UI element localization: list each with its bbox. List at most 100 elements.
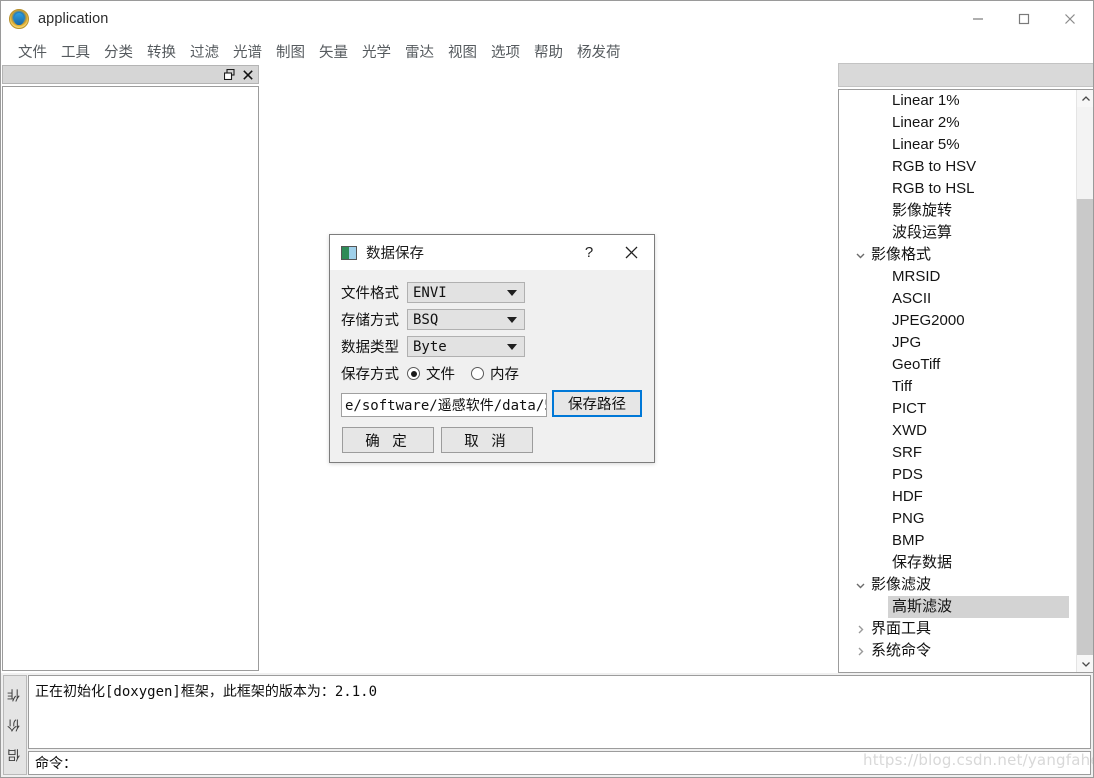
- tree-item-24[interactable]: 界面工具: [839, 618, 1069, 640]
- tree-item-18[interactable]: HDF: [839, 486, 1069, 508]
- function-tree-list: Linear 1% Linear 2% Linear 5% RGB to HSV RGB…: [839, 90, 1069, 672]
- tree-item-label: Linear 2%: [892, 113, 960, 131]
- browse-save-path-button[interactable]: 保存路径: [552, 390, 642, 417]
- tree-item-22[interactable]: 影像滤波: [839, 574, 1069, 596]
- tree-item-2[interactable]: Linear 5%: [839, 134, 1069, 156]
- chevron-down-icon[interactable]: [852, 247, 868, 263]
- tree-item-label: Linear 5%: [892, 135, 960, 153]
- menu-item-radar[interactable]: 雷达: [398, 39, 441, 64]
- storage-order-label: 存储方式: [341, 313, 399, 329]
- save-path-input[interactable]: e/software/遥感软件/data/5: [341, 393, 547, 417]
- console-tab-0[interactable]: 作: [6, 688, 25, 702]
- tree-item-20[interactable]: BMP: [839, 530, 1069, 552]
- tree-item-11[interactable]: JPG: [839, 332, 1069, 354]
- save-path-value: e/software/遥感软件/data/5: [345, 398, 547, 414]
- console-prompt-label: 命令：: [35, 756, 77, 772]
- tree-item-label: 系统命令: [871, 641, 932, 659]
- tree-item-label: XWD: [892, 421, 927, 439]
- field-file-format: 文件格式 ENVI: [341, 282, 525, 303]
- chevron-down-icon: [507, 289, 517, 296]
- tree-item-19[interactable]: PNG: [839, 508, 1069, 530]
- chevron-up-icon[interactable]: [1077, 90, 1093, 107]
- close-button[interactable]: [1047, 1, 1093, 37]
- right-dock-header: [838, 63, 1093, 87]
- radio-save-to-file[interactable]: [407, 367, 420, 380]
- menu-item-options[interactable]: 选项: [484, 39, 527, 64]
- tree-item-label: PDS: [892, 465, 923, 483]
- menu-item-spectrum[interactable]: 光谱: [226, 39, 269, 64]
- tree-item-8[interactable]: MRSID: [839, 266, 1069, 288]
- maximize-button[interactable]: [1001, 1, 1047, 37]
- float-window-icon[interactable]: [222, 67, 237, 82]
- tree-item-14[interactable]: PICT: [839, 398, 1069, 420]
- menu-item-file[interactable]: 文件: [11, 39, 54, 64]
- console-tab-1[interactable]: 价: [6, 718, 25, 732]
- tree-item-label: 波段运算: [892, 223, 953, 241]
- minimize-button[interactable]: [955, 1, 1001, 37]
- tree-item-12[interactable]: GeoTiff: [839, 354, 1069, 376]
- tree-item-label: MRSID: [892, 267, 941, 285]
- scroll-thumb[interactable]: [1077, 199, 1093, 655]
- chevron-down-icon: [507, 316, 517, 323]
- tree-item-6[interactable]: 波段运算: [839, 222, 1069, 244]
- window-controls: [955, 1, 1093, 37]
- dialog-help-button[interactable]: ?: [576, 235, 602, 270]
- save-mode-label: 保存方式: [341, 367, 399, 383]
- console-panel: 作 价 侣 正在初始化[doxygen]框架，此框架的版本为：2.1.0 命令：: [1, 673, 1093, 777]
- function-tree[interactable]: Linear 1% Linear 2% Linear 5% RGB to HSV RGB…: [838, 89, 1093, 673]
- cancel-button[interactable]: 取 消: [441, 427, 533, 453]
- menu-item-help[interactable]: 帮助: [527, 39, 570, 64]
- close-icon[interactable]: [240, 67, 255, 82]
- tree-item-25[interactable]: 系统命令: [839, 640, 1069, 662]
- console-output: 正在初始化[doxygen]框架，此框架的版本为：2.1.0: [28, 675, 1091, 749]
- data-type-select[interactable]: Byte: [407, 336, 525, 357]
- tree-item-23[interactable]: 高斯滤波: [839, 596, 1069, 618]
- scroll-track-upper[interactable]: [1077, 107, 1093, 199]
- tree-item-3[interactable]: RGB to HSV: [839, 156, 1069, 178]
- tree-item-0[interactable]: Linear 1%: [839, 90, 1069, 112]
- tree-item-16[interactable]: SRF: [839, 442, 1069, 464]
- tree-item-9[interactable]: ASCII: [839, 288, 1069, 310]
- tree-item-10[interactable]: JPEG2000: [839, 310, 1069, 332]
- dialog-body: 文件格式 ENVI 存储方式 BSQ 数据类型 Byte 保存方式 文件 内存 …: [330, 270, 654, 462]
- menu-item-optics[interactable]: 光学: [355, 39, 398, 64]
- menu-item-vector[interactable]: 矢量: [312, 39, 355, 64]
- menu-item-convert[interactable]: 转换: [140, 39, 183, 64]
- chevron-down-icon[interactable]: [1077, 655, 1093, 672]
- tree-item-4[interactable]: RGB to HSL: [839, 178, 1069, 200]
- radio-save-to-file-label: 文件: [426, 367, 455, 383]
- tree-item-5[interactable]: 影像旋转: [839, 200, 1069, 222]
- field-storage-order: 存储方式 BSQ: [341, 309, 525, 330]
- image-file-icon: [341, 245, 357, 260]
- file-format-label: 文件格式: [341, 286, 399, 302]
- menu-item-mapping[interactable]: 制图: [269, 39, 312, 64]
- menu-item-view[interactable]: 视图: [441, 39, 484, 64]
- tree-item-7[interactable]: 影像格式: [839, 244, 1069, 266]
- storage-order-select[interactable]: BSQ: [407, 309, 525, 330]
- tree-item-13[interactable]: Tiff: [839, 376, 1069, 398]
- menu-item-user[interactable]: 杨发荷: [570, 39, 628, 64]
- menu-item-classify[interactable]: 分类: [97, 39, 140, 64]
- tree-item-15[interactable]: XWD: [839, 420, 1069, 442]
- console-tab-2[interactable]: 侣: [6, 748, 25, 762]
- field-save-mode: 保存方式 文件 内存: [341, 363, 529, 384]
- tree-item-label: RGB to HSL: [892, 179, 975, 197]
- ok-button[interactable]: 确 定: [342, 427, 434, 453]
- left-dock-content[interactable]: [2, 86, 259, 671]
- save-mode-radio-group: 文件 内存: [407, 363, 529, 384]
- tree-item-1[interactable]: Linear 2%: [839, 112, 1069, 134]
- chevron-down-icon[interactable]: [852, 577, 868, 593]
- menu-item-tools[interactable]: 工具: [54, 39, 97, 64]
- radio-save-to-memory-label: 内存: [490, 367, 519, 383]
- chevron-right-icon[interactable]: [852, 643, 868, 659]
- file-format-select[interactable]: ENVI: [407, 282, 525, 303]
- tree-item-17[interactable]: PDS: [839, 464, 1069, 486]
- console-command-input[interactable]: 命令：: [28, 751, 1091, 775]
- radio-save-to-memory[interactable]: [471, 367, 484, 380]
- menu-item-filter[interactable]: 过滤: [183, 39, 226, 64]
- application-window: application 文件 工具 分类 转换 过滤 光谱 制图 矢量 光学 雷…: [0, 0, 1094, 778]
- tree-item-21[interactable]: 保存数据: [839, 552, 1069, 574]
- tree-vertical-scrollbar[interactable]: [1076, 90, 1093, 672]
- chevron-right-icon[interactable]: [852, 621, 868, 637]
- dialog-close-button[interactable]: [614, 235, 648, 270]
